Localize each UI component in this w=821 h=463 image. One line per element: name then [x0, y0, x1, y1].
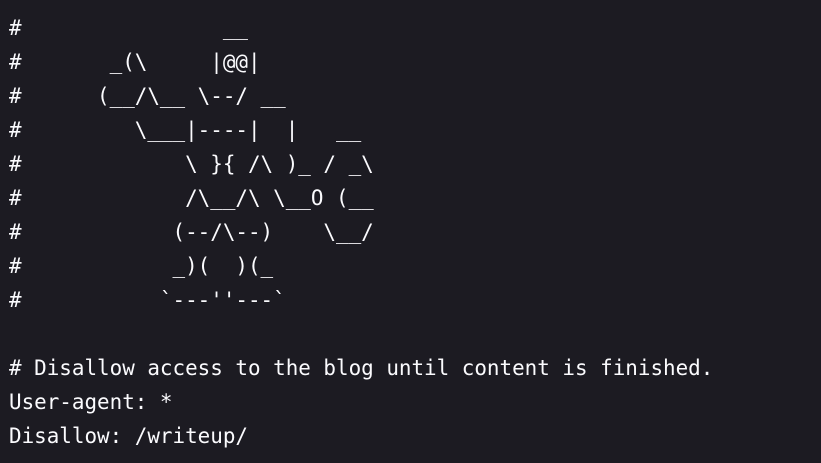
ascii-art-line: # /\__/\ \__O (__ [9, 186, 374, 210]
comment-line: # Disallow access to the blog until cont… [9, 356, 714, 380]
disallow-directive: Disallow: /writeup/ [9, 424, 248, 448]
ascii-art-line: # _)( )(_ [9, 254, 274, 278]
ascii-art-line: # `---''---` [9, 288, 286, 312]
ascii-art-line: # (--/\--) \__/ [9, 220, 374, 244]
ascii-art-line: # \ }{ /\ )_ / _\ [9, 152, 374, 176]
robots-txt-content: # __ # _(\ |@@| # (__/\__ \--/ __ # \___|--… [9, 11, 713, 453]
ascii-art-line: # _(\ |@@| [9, 50, 261, 74]
ascii-art-line: # __ [9, 16, 248, 40]
ascii-art-line: # \___|----| | __ [9, 118, 362, 142]
plain-text-viewer: # __ # _(\ |@@| # (__/\__ \--/ __ # \___|--… [0, 0, 821, 463]
user-agent-directive: User-agent: * [9, 390, 173, 414]
ascii-art-line: # (__/\__ \--/ __ [9, 84, 286, 108]
